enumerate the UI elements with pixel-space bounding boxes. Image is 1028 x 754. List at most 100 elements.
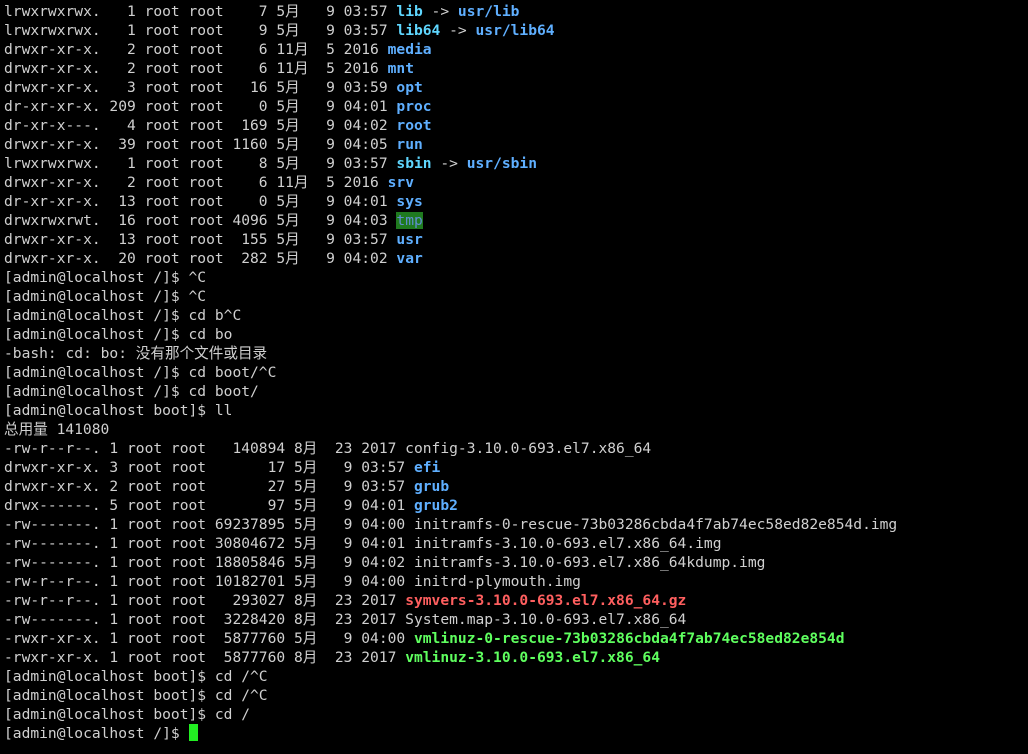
terminal-text: drwxr-xr-x. 3 root root 16 5月 9 03:59 <box>4 79 397 96</box>
directory-name: var <box>396 250 423 267</box>
directory-name: run <box>396 136 423 153</box>
terminal-line: lrwxrwxrwx. 1 root root 9 5月 9 03:57 lib… <box>4 21 1028 40</box>
terminal-line: drwxr-xr-x. 2 root root 6 11月 5 2016 srv <box>4 173 1028 192</box>
terminal-line: drwxr-xr-x. 13 root root 155 5月 9 03:57 … <box>4 230 1028 249</box>
terminal-line: [admin@localhost /]$ <box>4 724 1028 743</box>
terminal-text: [admin@localhost /]$ cd boot/^C <box>4 364 277 381</box>
terminal-text: drwxr-xr-x. 2 root root 27 5月 9 03:57 <box>4 478 414 495</box>
symlink-name: lib <box>396 3 423 20</box>
directory-name: grub <box>413 478 450 495</box>
terminal-line: drwxr-xr-x. 39 root root 1160 5月 9 04:05… <box>4 135 1028 154</box>
terminal-text: -rw-------. 1 root root 69237895 5月 9 04… <box>4 516 898 533</box>
terminal-line: -rw-r--r--. 1 root root 10182701 5月 9 04… <box>4 572 1028 591</box>
terminal-window[interactable]: lrwxrwxrwx. 1 root root 7 5月 9 03:57 lib… <box>0 0 1028 754</box>
terminal-text: lrwxrwxrwx. 1 root root 9 5月 9 03:57 <box>4 22 397 39</box>
terminal-text: [admin@localhost /]$ cd b^C <box>4 307 242 324</box>
terminal-text: drwxr-xr-x. 3 root root 17 5月 9 03:57 <box>4 459 414 476</box>
terminal-line: -rw-r--r--. 1 root root 140894 8月 23 201… <box>4 439 1028 458</box>
terminal-text: -rw-r--r--. 1 root root 10182701 5月 9 04… <box>4 573 581 590</box>
terminal-text: -> <box>431 155 467 172</box>
terminal-line: drwxr-xr-x. 3 root root 17 5月 9 03:57 ef… <box>4 458 1028 477</box>
terminal-line: dr-xr-x---. 4 root root 169 5月 9 04:02 r… <box>4 116 1028 135</box>
terminal-text: [admin@localhost boot]$ ll <box>4 402 233 419</box>
terminal-line: [admin@localhost /]$ ^C <box>4 287 1028 306</box>
terminal-line: drwxr-xr-x. 2 root root 6 11月 5 2016 mnt <box>4 59 1028 78</box>
directory-name: sys <box>396 193 423 210</box>
symlink-name: sbin <box>396 155 432 172</box>
terminal-text: drwxrwxrwt. 16 root root 4096 5月 9 04:03 <box>4 212 397 229</box>
terminal-line: 总用量 141080 <box>4 420 1028 439</box>
terminal-text: [admin@localhost boot]$ cd /^C <box>4 687 268 704</box>
directory-name: grub2 <box>413 497 458 514</box>
terminal-text: drwxr-xr-x. 20 root root 282 5月 9 04:02 <box>4 250 397 267</box>
terminal-line: [admin@localhost boot]$ cd /^C <box>4 667 1028 686</box>
terminal-text: -rw-------. 1 root root 30804672 5月 9 04… <box>4 535 722 552</box>
directory-name: opt <box>396 79 423 96</box>
terminal-line: -rw-------. 1 root root 3228420 8月 23 20… <box>4 610 1028 629</box>
directory-name: mnt <box>387 60 414 77</box>
terminal-text: -rw-------. 1 root root 3228420 8月 23 20… <box>4 611 687 628</box>
terminal-line: -rw-------. 1 root root 30804672 5月 9 04… <box>4 534 1028 553</box>
archive-name: symvers-3.10.0-693.el7.x86_64.gz <box>405 592 687 609</box>
symlink-name: lib64 <box>396 22 441 39</box>
directory-name: srv <box>387 174 414 191</box>
terminal-text: dr-xr-xr-x. 13 root root 0 5月 9 04:01 <box>4 193 397 210</box>
terminal-text: drwxr-xr-x. 39 root root 1160 5月 9 04:05 <box>4 136 397 153</box>
terminal-line: drwxrwxrwt. 16 root root 4096 5月 9 04:03… <box>4 211 1028 230</box>
executable-name: vmlinuz-3.10.0-693.el7.x86_64 <box>405 649 660 666</box>
terminal-text: drwxr-xr-x. 2 root root 6 11月 5 2016 <box>4 41 388 58</box>
directory-name: root <box>396 117 432 134</box>
terminal-text: [admin@localhost boot]$ cd / <box>4 706 251 723</box>
terminal-text: lrwxrwxrwx. 1 root root 7 5月 9 03:57 <box>4 3 397 20</box>
directory-name: usr/lib64 <box>475 22 555 39</box>
terminal-line: -rw-r--r--. 1 root root 293027 8月 23 201… <box>4 591 1028 610</box>
terminal-line: -rwxr-xr-x. 1 root root 5877760 8月 23 20… <box>4 648 1028 667</box>
terminal-text: [admin@localhost /]$ ^C <box>4 288 207 305</box>
terminal-text: -> <box>440 22 476 39</box>
terminal-output: lrwxrwxrwx. 1 root root 7 5月 9 03:57 lib… <box>4 2 1028 743</box>
terminal-text: [admin@localhost /]$ cd boot/ <box>4 383 259 400</box>
terminal-cursor <box>188 724 198 741</box>
terminal-line: [admin@localhost /]$ ^C <box>4 268 1028 287</box>
directory-name: efi <box>413 459 441 476</box>
terminal-text: drwxr-xr-x. 2 root root 6 11月 5 2016 <box>4 60 388 77</box>
terminal-line: [admin@localhost boot]$ ll <box>4 401 1028 420</box>
terminal-line: lrwxrwxrwx. 1 root root 7 5月 9 03:57 lib… <box>4 2 1028 21</box>
terminal-text: -rw-r--r--. 1 root root 140894 8月 23 201… <box>4 440 652 457</box>
terminal-text: drwxr-xr-x. 2 root root 6 11月 5 2016 <box>4 174 388 191</box>
terminal-text: -rwxr-xr-x. 1 root root 5877760 8月 23 20… <box>4 649 406 666</box>
terminal-text: [admin@localhost boot]$ cd /^C <box>4 668 268 685</box>
terminal-line: [admin@localhost /]$ cd boot/^C <box>4 363 1028 382</box>
terminal-text: dr-xr-xr-x. 209 root root 0 5月 9 04:01 <box>4 98 397 115</box>
terminal-line: drwxr-xr-x. 2 root root 6 11月 5 2016 med… <box>4 40 1028 59</box>
terminal-line: drwxr-xr-x. 3 root root 16 5月 9 03:59 op… <box>4 78 1028 97</box>
terminal-line: drwxr-xr-x. 2 root root 27 5月 9 03:57 gr… <box>4 477 1028 496</box>
terminal-line: [admin@localhost boot]$ cd /^C <box>4 686 1028 705</box>
directory-name: usr/sbin <box>466 155 538 172</box>
terminal-line: [admin@localhost /]$ cd boot/ <box>4 382 1028 401</box>
terminal-line: dr-xr-xr-x. 13 root root 0 5月 9 04:01 sy… <box>4 192 1028 211</box>
directory-name: usr <box>396 231 423 248</box>
terminal-text: lrwxrwxrwx. 1 root root 8 5月 9 03:57 <box>4 155 397 172</box>
terminal-line: -bash: cd: bo: 没有那个文件或目录 <box>4 344 1028 363</box>
terminal-line: [admin@localhost /]$ cd bo <box>4 325 1028 344</box>
terminal-line: [admin@localhost boot]$ cd / <box>4 705 1028 724</box>
directory-name: proc <box>396 98 432 115</box>
directory-name: usr/lib <box>457 3 520 20</box>
executable-name: vmlinuz-0-rescue-73b03286cbda4f7ab74ec58… <box>413 630 845 647</box>
terminal-line: lrwxrwxrwx. 1 root root 8 5月 9 03:57 sbi… <box>4 154 1028 173</box>
terminal-line: [admin@localhost /]$ cd b^C <box>4 306 1028 325</box>
terminal-text: -rw-------. 1 root root 18805846 5月 9 04… <box>4 554 766 571</box>
terminal-text: [admin@localhost /]$ <box>4 725 189 742</box>
terminal-line: -rw-------. 1 root root 18805846 5月 9 04… <box>4 553 1028 572</box>
directory-name: media <box>387 41 432 58</box>
terminal-text: 总用量 141080 <box>4 421 110 438</box>
sticky-directory-name: tmp <box>396 212 423 229</box>
terminal-text: -> <box>422 3 458 20</box>
terminal-line: dr-xr-xr-x. 209 root root 0 5月 9 04:01 p… <box>4 97 1028 116</box>
terminal-text: drwxr-xr-x. 13 root root 155 5月 9 03:57 <box>4 231 397 248</box>
terminal-line: -rw-------. 1 root root 69237895 5月 9 04… <box>4 515 1028 534</box>
terminal-text: [admin@localhost /]$ cd bo <box>4 326 233 343</box>
terminal-text: -rwxr-xr-x. 1 root root 5877760 5月 9 04:… <box>4 630 414 647</box>
terminal-text: -rw-r--r--. 1 root root 293027 8月 23 201… <box>4 592 406 609</box>
